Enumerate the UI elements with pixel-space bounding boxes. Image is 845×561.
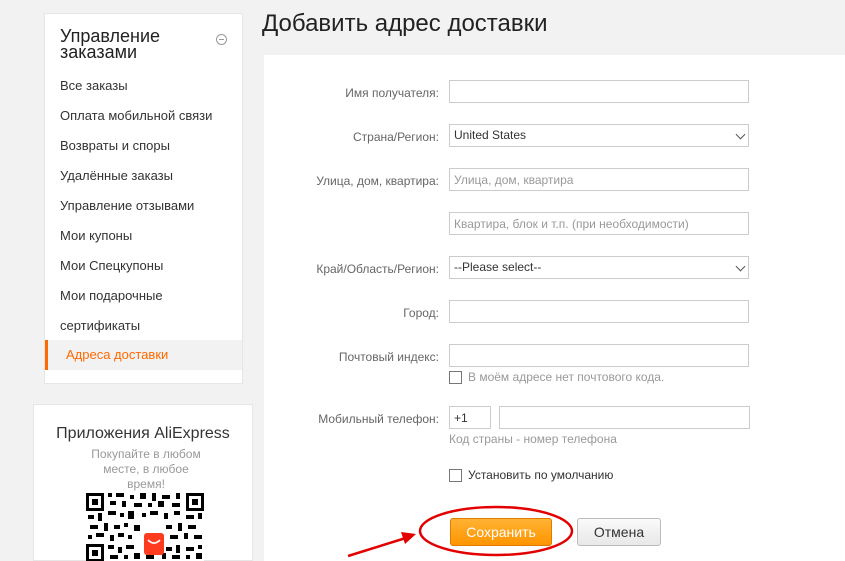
sidebar-item-feedback[interactable]: Управление отзывами — [60, 198, 194, 214]
phone-number-input[interactable] — [499, 406, 750, 429]
sidebar-item-coupons[interactable]: Мои купоны — [60, 228, 132, 244]
collapse-icon[interactable] — [216, 34, 227, 45]
phone-label: Мобильный телефон: — [318, 412, 439, 426]
apartment-input[interactable] — [449, 212, 749, 235]
region-label: Край/Область/Регион: — [316, 262, 439, 276]
app-promo-title: Приложения AliExpress — [56, 425, 230, 442]
default-address-checkbox[interactable] — [449, 469, 462, 482]
street-input[interactable] — [449, 168, 749, 191]
zip-label: Почтовый индекс: — [338, 350, 439, 364]
city-input[interactable] — [449, 300, 749, 323]
sidebar-item-returns-disputes[interactable]: Возвраты и споры — [60, 138, 170, 154]
city-label: Город: — [403, 306, 439, 320]
cancel-button[interactable]: Отмена — [577, 518, 661, 546]
sidebar-item-mobile-payment[interactable]: Оплата мобильной связи — [60, 108, 212, 124]
zip-input[interactable] — [449, 344, 749, 367]
region-select-value: --Please select-- — [454, 260, 542, 274]
region-select[interactable]: --Please select-- — [449, 256, 749, 279]
app-promo-subtitle: Покупайте в любом месте, в любое время! — [91, 447, 201, 491]
order-management-sidebar: Управление заказами Все заказы Оплата мо… — [44, 13, 243, 384]
sidebar-item-gift-cards[interactable]: Мои подарочные — [60, 288, 163, 304]
chevron-down-icon — [735, 129, 746, 140]
street-label: Улица, дом, квартира: — [316, 174, 439, 188]
country-label: Страна/Регион: — [352, 130, 439, 144]
sidebar-title: Управление заказами — [60, 26, 161, 62]
phone-hint: Код страны - номер телефона — [449, 432, 617, 446]
sidebar-item-all-orders[interactable]: Все заказы — [60, 78, 128, 94]
country-select-value: United States — [454, 128, 527, 142]
no-zip-checkbox[interactable] — [449, 371, 462, 384]
save-button[interactable]: Сохранить — [450, 518, 552, 546]
address-form: Имя получателя: Страна/Регион: United St… — [264, 55, 845, 561]
country-select[interactable]: United States — [449, 124, 749, 147]
recipient-label: Имя получателя: — [345, 86, 439, 100]
sidebar-item-deleted-orders[interactable]: Удалённые заказы — [60, 168, 173, 184]
phone-country-code-input[interactable] — [449, 406, 491, 429]
no-zip-label: В моём адресе нет почтового кода. — [468, 370, 665, 384]
chevron-down-icon — [735, 261, 746, 272]
default-address-label: Установить по умолчанию — [468, 468, 614, 482]
sidebar-item-shipping-addresses[interactable]: Адреса доставки — [45, 340, 242, 370]
app-promo-box: Приложения AliExpress Покупайте в любом … — [33, 404, 253, 561]
sidebar-item-gift-cards-2[interactable]: сертификаты — [60, 318, 140, 334]
sidebar-item-special-coupons[interactable]: Мои Спецкупоны — [60, 258, 163, 274]
recipient-input[interactable] — [449, 80, 749, 103]
qr-code-icon[interactable] — [86, 491, 204, 561]
page-title: Добавить адрес доставки — [262, 10, 548, 37]
